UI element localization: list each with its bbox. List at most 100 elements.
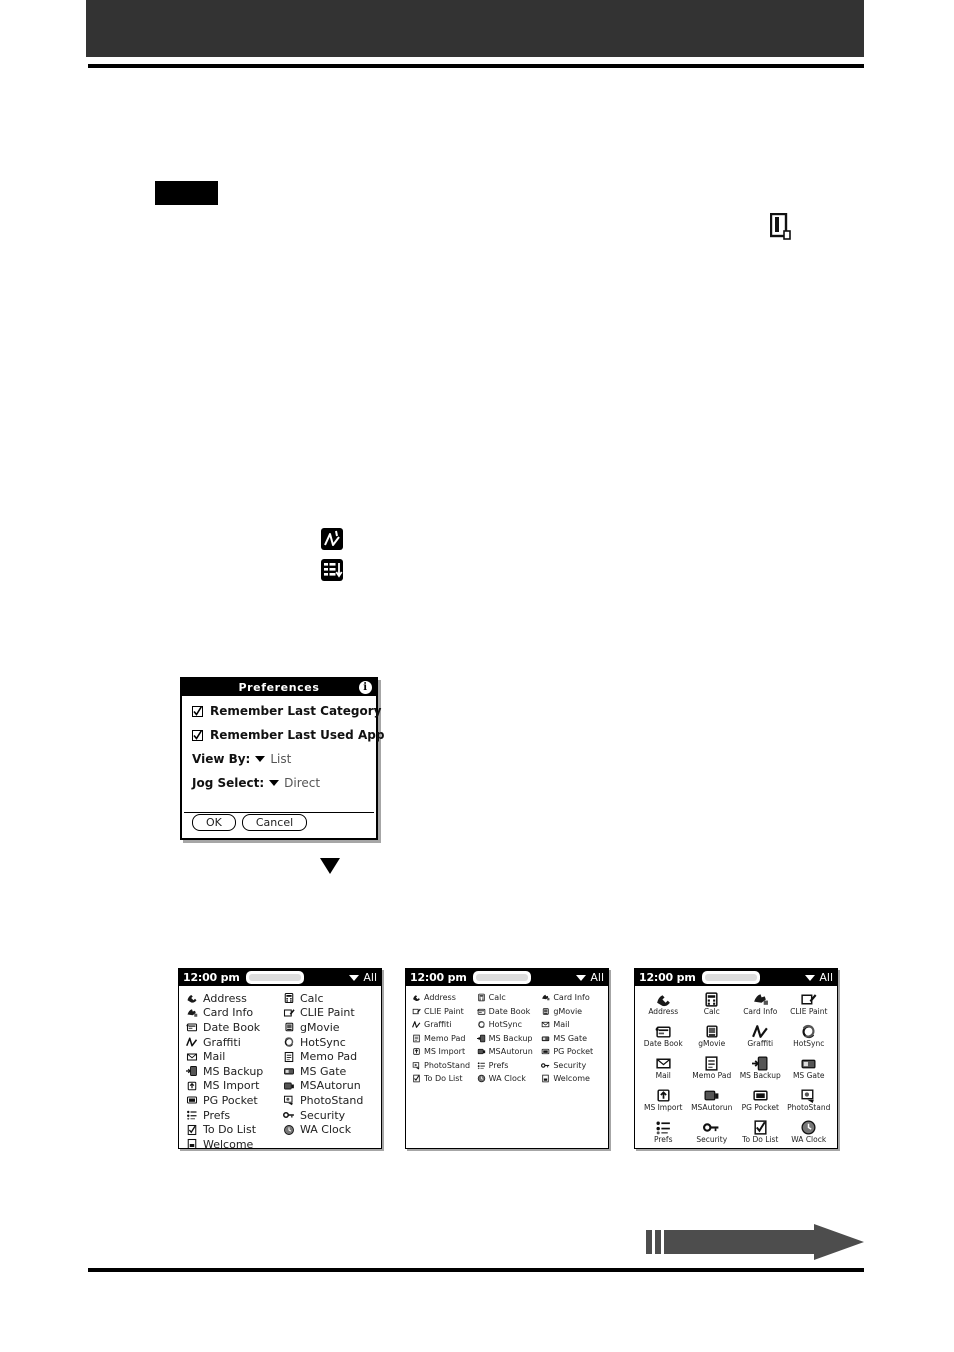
app-list-item[interactable]: MS Import [411, 1045, 474, 1059]
app-list-item[interactable]: Prefs [476, 1059, 539, 1073]
checkbox-checked-icon[interactable] [192, 705, 203, 717]
jog-select-value[interactable]: Direct [284, 776, 320, 790]
chevron-down-icon[interactable] [269, 780, 280, 786]
app-list-label: MS Backup [203, 1064, 264, 1078]
info-icon[interactable]: i [359, 681, 372, 694]
clie-paint-icon [412, 1008, 421, 1014]
app-list-item[interactable]: PG Pocket [185, 1093, 278, 1108]
app-list-item[interactable]: WA Clock [476, 1072, 539, 1086]
chevron-down-icon[interactable] [349, 974, 360, 981]
app-list-item[interactable]: Card Info [185, 1006, 278, 1021]
category-selector[interactable]: All [576, 971, 604, 984]
app-list-item[interactable]: HotSync [476, 1018, 539, 1032]
app-list-item[interactable]: HotSync [282, 1035, 375, 1050]
gmovie-icon [543, 1008, 550, 1015]
checkbox-row-remember-last-used-app[interactable]: Remember Last Used App [192, 728, 384, 742]
app-list-item[interactable]: Welcome [185, 1137, 278, 1148]
app-list-item[interactable]: MS Backup [185, 1064, 278, 1079]
app-list-label: HotSync [488, 1020, 522, 1030]
app-list-item[interactable]: Security [540, 1059, 603, 1073]
app-list-item[interactable]: MSAutorun [282, 1079, 375, 1094]
app-icon-item[interactable]: MS Gate [785, 1055, 834, 1084]
app-list-item[interactable]: MS Backup [476, 1032, 539, 1046]
ms-backup-icon [476, 1034, 485, 1042]
app-list-item[interactable]: Mail [540, 1018, 603, 1032]
app-list-item[interactable]: Calc [476, 991, 539, 1005]
app-icon-item[interactable]: Date Book [639, 1023, 688, 1052]
graffiti-writing-icon [320, 527, 344, 551]
app-list-item[interactable]: MS Import [185, 1079, 278, 1094]
app-list-item[interactable]: WA Clock [282, 1122, 375, 1137]
app-icon-item[interactable]: Memo Pad [688, 1055, 737, 1084]
app-icon-item[interactable]: PG Pocket [736, 1087, 785, 1116]
app-list-label: CLIE Paint [300, 1006, 355, 1020]
view-by-value[interactable]: List [270, 752, 291, 766]
app-icon-label: CLIE Paint [790, 1007, 828, 1016]
app-list-label: PhotoStand [300, 1093, 364, 1107]
app-list-item[interactable]: Graffiti [411, 1018, 474, 1032]
app-list-item[interactable]: MS Gate [540, 1032, 603, 1046]
app-icon-item[interactable]: MS Backup [736, 1055, 785, 1084]
gmovie-icon [706, 1025, 718, 1038]
category-selector[interactable]: All [805, 971, 833, 984]
app-list-item[interactable]: Address [185, 991, 278, 1006]
app-icon-item[interactable]: PhotoStand [785, 1087, 834, 1116]
app-list-item[interactable]: Memo Pad [411, 1032, 474, 1046]
app-icon-item[interactable]: HotSync [785, 1023, 834, 1052]
app-list-item[interactable]: Graffiti [185, 1035, 278, 1050]
app-list-item[interactable]: PhotoStand [282, 1093, 375, 1108]
app-list-item[interactable]: Welcome [540, 1072, 603, 1086]
app-list-item[interactable]: Mail [185, 1049, 278, 1064]
view-by-label: View By: [192, 752, 251, 766]
app-icon-item[interactable]: Security [688, 1119, 737, 1148]
app-list-item[interactable]: CLIE Paint [282, 1006, 375, 1021]
app-list-item[interactable]: Memo Pad [282, 1049, 375, 1064]
app-icon-item[interactable]: Address [639, 991, 688, 1020]
app-list-item[interactable]: CLIE Paint [411, 1005, 474, 1019]
app-icon-item[interactable]: MSAutorun [688, 1087, 737, 1116]
app-list-item[interactable]: To Do List [185, 1122, 278, 1137]
app-icon-item[interactable]: WA Clock [785, 1119, 834, 1148]
app-list-item[interactable]: Card Info [540, 991, 603, 1005]
app-icon-item[interactable]: Mail [639, 1055, 688, 1084]
mail-icon [656, 1058, 671, 1069]
app-list-item[interactable]: Calc [282, 991, 375, 1006]
chevron-down-icon[interactable] [805, 974, 816, 981]
app-list-item[interactable]: gMovie [540, 1005, 603, 1019]
pg-pocket-icon [753, 1090, 768, 1101]
app-icon-item[interactable]: To Do List [736, 1119, 785, 1148]
app-icon-item[interactable]: MS Import [639, 1087, 688, 1116]
checkbox-row-remember-last-category[interactable]: Remember Last Category [192, 704, 382, 718]
app-list-label: MSAutorun [300, 1079, 361, 1093]
app-icon-item[interactable]: Prefs [639, 1119, 688, 1148]
chevron-down-icon[interactable] [576, 974, 587, 981]
pg-pocket-icon [186, 1096, 198, 1104]
app-list-item[interactable]: Address [411, 991, 474, 1005]
app-list-item[interactable]: PG Pocket [540, 1045, 603, 1059]
app-list-item[interactable]: To Do List [411, 1072, 474, 1086]
app-list-label: MS Gate [553, 1033, 588, 1043]
checkbox-checked-icon[interactable] [192, 729, 203, 741]
app-list-item[interactable]: Security [282, 1108, 375, 1123]
chevron-down-icon[interactable] [255, 756, 266, 762]
app-icon-item[interactable]: CLIE Paint [785, 991, 834, 1020]
cancel-button[interactable]: Cancel [241, 814, 308, 831]
jog-select-field[interactable]: Jog Select: Direct [192, 776, 366, 790]
app-icon-item[interactable]: Calc [688, 991, 737, 1020]
ok-button[interactable]: OK [192, 814, 236, 831]
view-by-field[interactable]: View By: List [192, 752, 366, 766]
app-list-item[interactable]: gMovie [282, 1020, 375, 1035]
app-list-item[interactable]: MSAutorun [476, 1045, 539, 1059]
app-list-item[interactable]: MS Gate [282, 1064, 375, 1079]
app-list-item[interactable]: Date Book [476, 1005, 539, 1019]
app-list-item[interactable]: Prefs [185, 1108, 278, 1123]
app-icon-label: Card Info [743, 1007, 778, 1016]
category-selector[interactable]: All [349, 971, 377, 984]
app-icon-item[interactable]: gMovie [688, 1023, 737, 1052]
dialog-divider [184, 812, 374, 813]
app-list-item[interactable]: Date Book [185, 1020, 278, 1035]
app-list-item[interactable]: PhotoStand [411, 1059, 474, 1073]
app-icon-item[interactable]: Card Info [736, 991, 785, 1020]
security-icon [703, 1123, 719, 1132]
app-icon-item[interactable]: Graffiti [736, 1023, 785, 1052]
